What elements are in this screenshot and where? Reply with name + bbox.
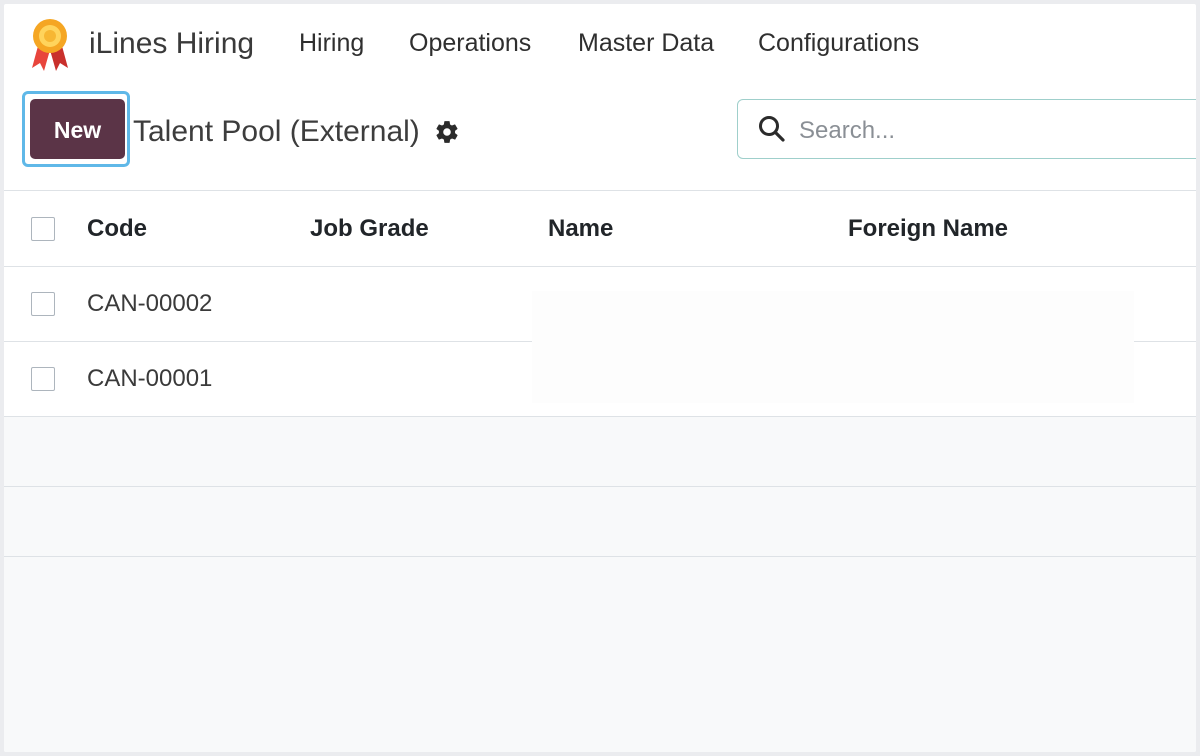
redacted-area [532,291,1134,403]
empty-row [4,417,1196,487]
gear-icon[interactable] [434,119,460,145]
column-header-foreign-name[interactable]: Foreign Name [848,213,1008,245]
table-header: Code Job Grade Name Foreign Name [4,191,1196,267]
menu-configurations[interactable]: Configurations [758,26,919,60]
empty-row [4,487,1196,557]
award-ribbon-icon[interactable] [30,16,70,72]
column-header-job-grade[interactable]: Job Grade [310,213,429,245]
cell-code: CAN-00002 [87,290,213,317]
list-view: Code Job Grade Name Foreign Name CAN-000… [4,190,1196,752]
page-title: Talent Pool (External) [133,115,420,148]
search-input[interactable] [797,112,1181,150]
search-icon [759,116,785,142]
menu-operations[interactable]: Operations [409,26,531,60]
row-checkbox[interactable] [31,367,55,391]
new-button[interactable]: New [30,99,125,159]
cell-code: CAN-00001 [87,365,213,392]
row-checkbox[interactable] [31,292,55,316]
top-navbar: iLines Hiring Hiring Operations Master D… [4,4,1196,84]
column-header-code[interactable]: Code [87,213,147,245]
select-all-checkbox[interactable] [31,217,55,241]
app-window: iLines Hiring Hiring Operations Master D… [4,4,1196,752]
menu-hiring[interactable]: Hiring [299,26,364,60]
app-name[interactable]: iLines Hiring [89,24,254,64]
column-header-name[interactable]: Name [548,213,613,245]
menu-master-data[interactable]: Master Data [578,26,714,60]
